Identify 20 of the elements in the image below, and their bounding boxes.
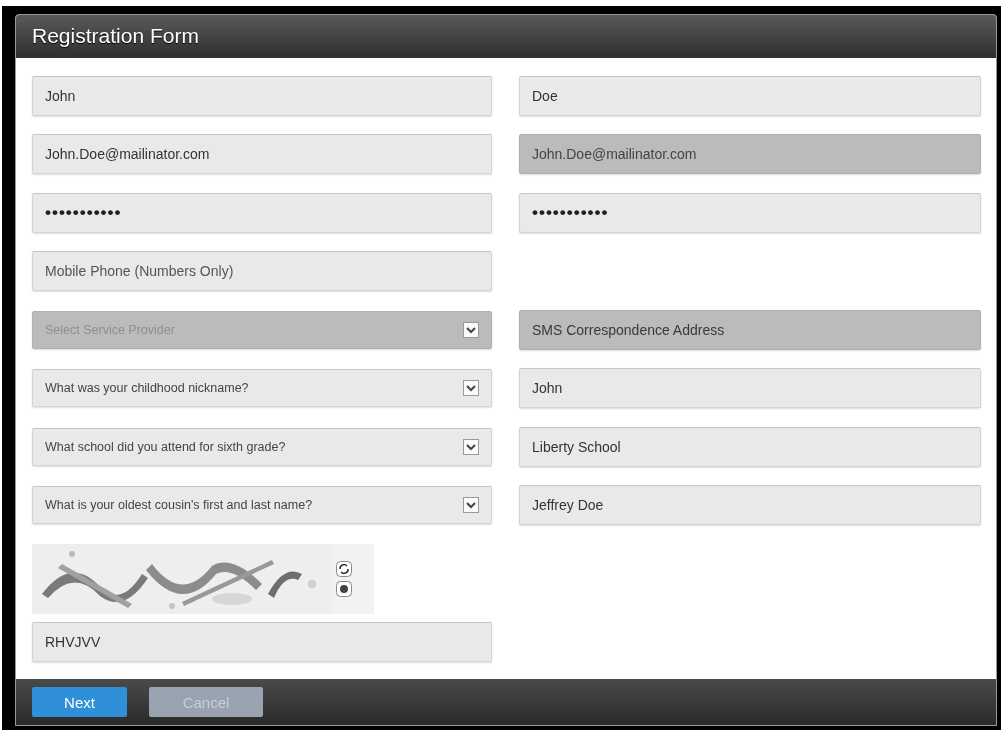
audio-icon[interactable]: [336, 581, 352, 598]
input-field[interactable]: Doe: [519, 75, 981, 116]
input-field[interactable]: John: [32, 75, 492, 116]
input-field[interactable]: Mobile Phone (Numbers Only): [32, 251, 492, 292]
dropdown-icon: [463, 380, 479, 397]
select-field[interactable]: What was your childhood nickname?: [32, 369, 492, 408]
input-field[interactable]: John: [519, 368, 981, 409]
window-title: Registration Form: [32, 24, 199, 49]
select-field[interactable]: What is your oldest cousin's first and last name?: [32, 486, 492, 525]
select-field[interactable]: What school did you attend for sixth grade?: [32, 427, 492, 466]
input-field[interactable]: Jeffrey Doe: [519, 485, 981, 526]
refresh-icon[interactable]: [336, 561, 352, 578]
password-field[interactable]: •••••••••••: [519, 192, 981, 233]
input-field[interactable]: Liberty School: [519, 426, 981, 467]
password-field[interactable]: •••••••••••: [32, 192, 492, 233]
input-field[interactable]: John.Doe@mailinator.com: [32, 134, 492, 175]
input-field[interactable]: RHVJVV: [32, 622, 492, 663]
dropdown-icon: [463, 438, 479, 455]
dropdown-icon: [463, 321, 479, 338]
dropdown-icon: [463, 497, 479, 514]
